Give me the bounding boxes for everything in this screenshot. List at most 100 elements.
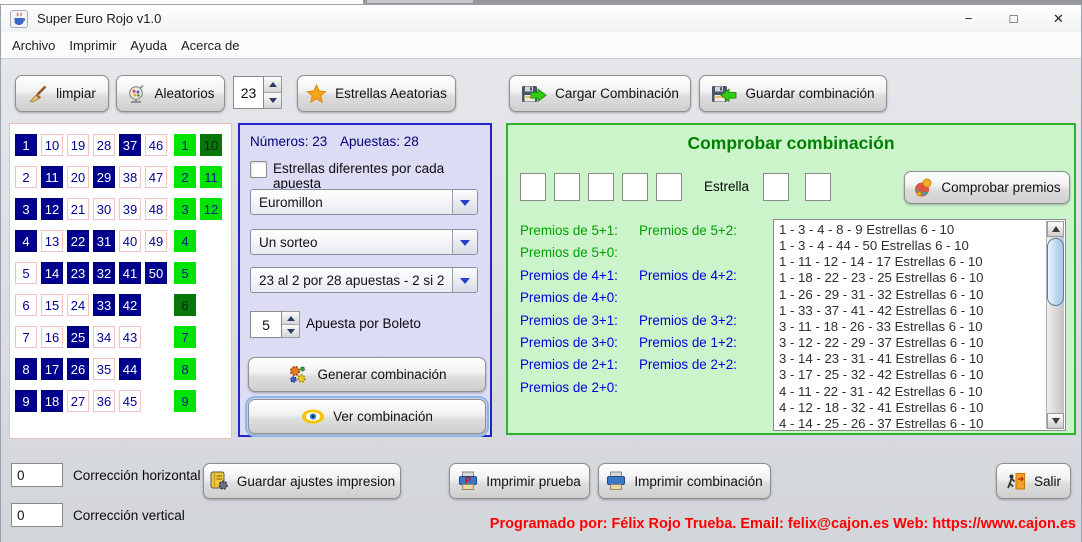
number-cell-23[interactable]: 23 <box>67 262 89 284</box>
number-cell-41[interactable]: 41 <box>119 262 141 284</box>
generar-combinacion-button[interactable]: Generar combinación <box>248 357 486 392</box>
number-cell-11[interactable]: 11 <box>41 166 63 188</box>
combination-list-item[interactable]: 1 - 11 - 12 - 14 - 17 Estrellas 6 - 10 <box>779 254 1045 270</box>
check-number-input-4[interactable] <box>622 173 648 201</box>
star-cell-11[interactable]: 11 <box>200 166 222 188</box>
scroll-down-icon[interactable] <box>1047 413 1064 429</box>
number-cell-28[interactable]: 28 <box>93 134 115 156</box>
correccion-horizontal-input[interactable] <box>11 463 63 487</box>
estrellas-aleatorias-button[interactable]: Estrellas Aeatorias <box>297 75 456 112</box>
number-cell-22[interactable]: 22 <box>67 230 89 252</box>
number-cell-9[interactable]: 9 <box>15 390 37 412</box>
sorteo-select[interactable]: Un sorteo <box>250 229 478 255</box>
combination-list-item[interactable]: 3 - 14 - 23 - 31 - 41 Estrellas 6 - 10 <box>779 351 1045 367</box>
combination-list-item[interactable]: 4 - 12 - 18 - 32 - 41 Estrellas 6 - 10 <box>779 400 1045 416</box>
menu-imprimir[interactable]: Imprimir <box>62 38 123 53</box>
menu-ayuda[interactable]: Ayuda <box>123 38 174 53</box>
maximize-button[interactable]: □ <box>991 5 1036 32</box>
game-select[interactable]: Euromillon <box>250 189 478 215</box>
salir-button[interactable]: Salir <box>996 463 1071 499</box>
reduction-select[interactable]: 23 al 2 por 28 apuestas - 2 si 2 <box>250 267 478 293</box>
number-cell-7[interactable]: 7 <box>15 326 37 348</box>
star-cell-5[interactable]: 5 <box>174 262 196 284</box>
number-cell-32[interactable]: 32 <box>93 262 115 284</box>
chevron-down-icon[interactable] <box>452 190 477 214</box>
number-cell-39[interactable]: 39 <box>119 198 141 220</box>
number-cell-45[interactable]: 45 <box>119 390 141 412</box>
combination-list-item[interactable]: 1 - 33 - 37 - 41 - 42 Estrellas 6 - 10 <box>779 303 1045 319</box>
number-cell-50[interactable]: 50 <box>145 262 167 284</box>
spinner-down-button[interactable] <box>282 325 299 337</box>
estrellas-diferentes-checkbox[interactable] <box>250 161 267 178</box>
check-number-input-3[interactable] <box>588 173 614 201</box>
check-star-input-1[interactable] <box>763 173 789 201</box>
number-cell-37[interactable]: 37 <box>119 134 141 156</box>
scrollbar-thumb[interactable] <box>1047 238 1064 306</box>
star-cell-7[interactable]: 7 <box>174 326 196 348</box>
star-cell-9[interactable]: 9 <box>174 390 196 412</box>
guardar-ajustes-impresion-button[interactable]: Guardar ajustes impresion <box>203 463 401 499</box>
combination-list-item[interactable]: 1 - 3 - 4 - 44 - 50 Estrellas 6 - 10 <box>779 238 1045 254</box>
number-cell-31[interactable]: 31 <box>93 230 115 252</box>
combination-list-item[interactable]: 4 - 11 - 22 - 31 - 42 Estrellas 6 - 10 <box>779 384 1045 400</box>
number-cell-27[interactable]: 27 <box>67 390 89 412</box>
minimize-button[interactable]: − <box>946 5 991 32</box>
cargar-combinacion-button[interactable]: Cargar Combinación <box>509 75 691 112</box>
number-cell-21[interactable]: 21 <box>67 198 89 220</box>
number-cell-20[interactable]: 20 <box>67 166 89 188</box>
number-cell-46[interactable]: 46 <box>145 134 167 156</box>
number-cell-8[interactable]: 8 <box>15 358 37 380</box>
close-button[interactable]: ✕ <box>1036 5 1081 32</box>
combination-list-item[interactable]: 3 - 17 - 25 - 32 - 42 Estrellas 6 - 10 <box>779 367 1045 383</box>
number-cell-48[interactable]: 48 <box>145 198 167 220</box>
spinner-down-button[interactable] <box>264 93 281 108</box>
star-cell-12[interactable]: 12 <box>200 198 222 220</box>
scrollbar[interactable] <box>1046 221 1064 429</box>
menu-archivo[interactable]: Archivo <box>5 38 62 53</box>
check-number-input-1[interactable] <box>520 173 546 201</box>
scroll-up-icon[interactable] <box>1047 221 1064 237</box>
combination-list-item[interactable]: 3 - 11 - 18 - 26 - 33 Estrellas 6 - 10 <box>779 319 1045 335</box>
star-cell-6[interactable]: 6 <box>174 294 196 316</box>
number-cell-14[interactable]: 14 <box>41 262 63 284</box>
number-cell-26[interactable]: 26 <box>67 358 89 380</box>
check-number-input-5[interactable] <box>656 173 682 201</box>
star-cell-1[interactable]: 1 <box>174 134 196 156</box>
number-cell-12[interactable]: 12 <box>41 198 63 220</box>
numbers-spinner-input[interactable] <box>233 76 264 109</box>
aleatorios-button[interactable]: Aleatorios <box>116 75 225 112</box>
number-cell-24[interactable]: 24 <box>67 294 89 316</box>
guardar-combinacion-button[interactable]: Guardar combinación <box>699 75 887 112</box>
number-cell-34[interactable]: 34 <box>93 326 115 348</box>
comprobar-premios-button[interactable]: Comprobar premios <box>904 171 1070 204</box>
number-cell-44[interactable]: 44 <box>119 358 141 380</box>
number-cell-16[interactable]: 16 <box>41 326 63 348</box>
number-cell-3[interactable]: 3 <box>15 198 37 220</box>
star-cell-8[interactable]: 8 <box>174 358 196 380</box>
combination-list-item[interactable]: 1 - 26 - 29 - 31 - 32 Estrellas 6 - 10 <box>779 287 1045 303</box>
number-cell-30[interactable]: 30 <box>93 198 115 220</box>
check-star-input-2[interactable] <box>805 173 831 201</box>
number-cell-18[interactable]: 18 <box>41 390 63 412</box>
number-cell-42[interactable]: 42 <box>119 294 141 316</box>
combination-list-item[interactable]: 4 - 14 - 25 - 26 - 37 Estrellas 6 - 10 <box>779 416 1045 430</box>
menu-acerca-de[interactable]: Acerca de <box>174 38 247 53</box>
star-cell-2[interactable]: 2 <box>174 166 196 188</box>
imprimir-combinacion-button[interactable]: Imprimir combinación <box>598 463 771 499</box>
star-cell-10[interactable]: 10 <box>200 134 222 156</box>
number-cell-1[interactable]: 1 <box>15 134 37 156</box>
correccion-vertical-input[interactable] <box>11 503 63 527</box>
combination-list-item[interactable]: 3 - 12 - 22 - 29 - 37 Estrellas 6 - 10 <box>779 335 1045 351</box>
number-cell-49[interactable]: 49 <box>145 230 167 252</box>
number-cell-2[interactable]: 2 <box>15 166 37 188</box>
apuesta-spinner-input[interactable] <box>250 311 282 338</box>
combinations-list[interactable]: 1 - 3 - 4 - 8 - 9 Estrellas 6 - 10 1 - 3 … <box>773 219 1066 431</box>
number-cell-43[interactable]: 43 <box>119 326 141 348</box>
number-cell-15[interactable]: 15 <box>41 294 63 316</box>
number-cell-10[interactable]: 10 <box>41 134 63 156</box>
number-cell-47[interactable]: 47 <box>145 166 167 188</box>
spinner-up-button[interactable] <box>264 77 281 93</box>
chevron-down-icon[interactable] <box>452 230 477 254</box>
number-cell-25[interactable]: 25 <box>67 326 89 348</box>
number-cell-5[interactable]: 5 <box>15 262 37 284</box>
